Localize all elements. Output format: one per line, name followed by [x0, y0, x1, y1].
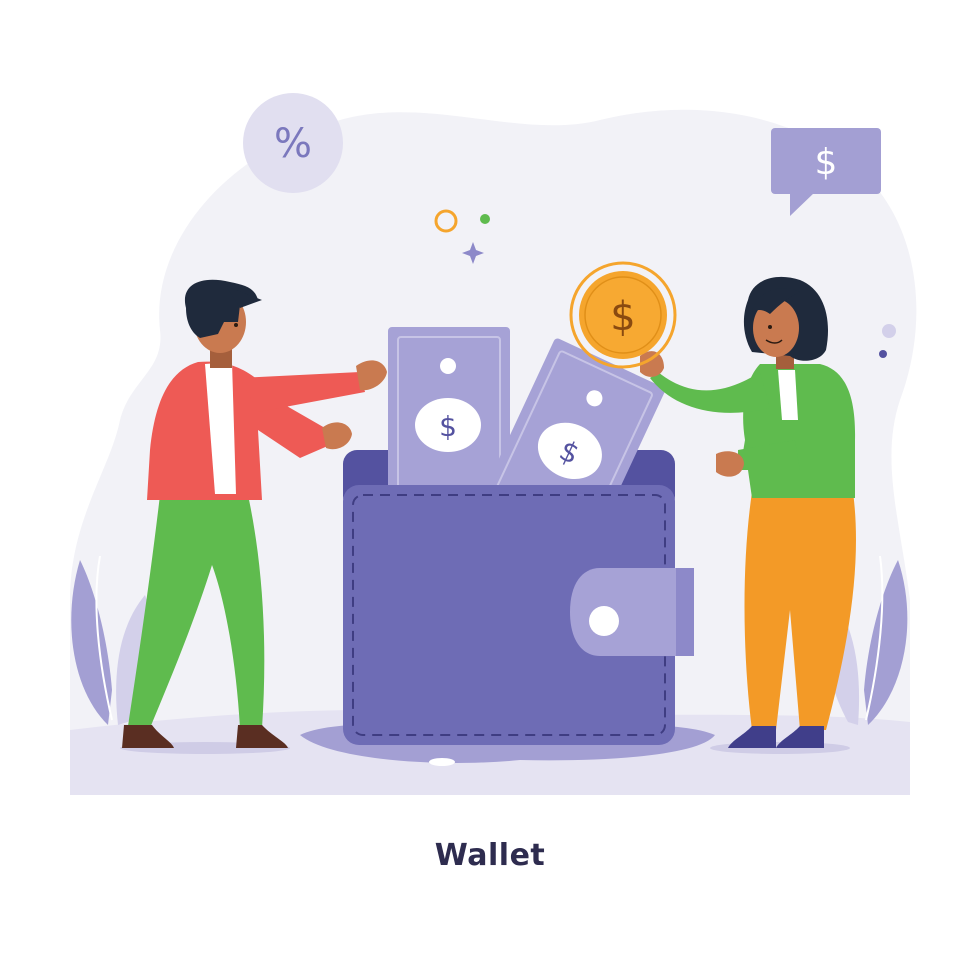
dollar-speech-icon: $ — [815, 142, 838, 183]
coin: $ — [569, 261, 677, 369]
percent-icon: % — [274, 121, 312, 167]
wallet-illustration: % $ $ $ $ — [70, 93, 917, 795]
percent-bubble: % — [243, 93, 343, 193]
wallet-clasp — [589, 606, 619, 636]
wallet — [343, 485, 694, 745]
illustration-caption: Wallet — [434, 838, 546, 873]
banknote-dollar-icon: $ — [439, 410, 457, 443]
coin-dollar-icon: $ — [610, 294, 635, 340]
